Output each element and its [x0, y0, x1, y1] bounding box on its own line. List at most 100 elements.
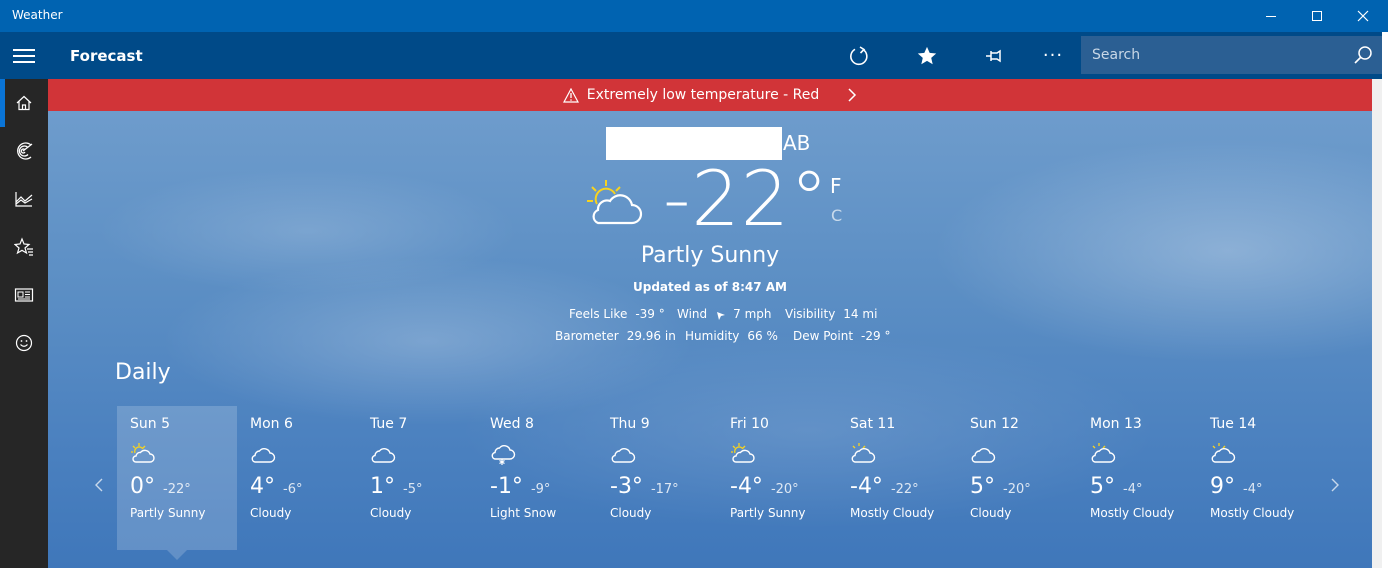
- app-title: Weather: [12, 8, 63, 22]
- day-low-temp: -4°: [1243, 482, 1263, 497]
- day-low-temp: -22°: [163, 482, 191, 497]
- favorites-list-icon: [14, 237, 33, 256]
- day-condition: Cloudy: [250, 506, 292, 520]
- day-name: Sun 5: [130, 416, 170, 432]
- day-name: Thu 9: [610, 416, 650, 432]
- day-condition: Light Snow: [490, 506, 557, 520]
- day-low-temp: -20°: [1003, 482, 1031, 497]
- day-card[interactable]: Sat 11 -4° -22° Mostly Cloudy: [837, 406, 957, 550]
- hamburger-line: [13, 48, 35, 51]
- refresh-icon: [850, 45, 868, 65]
- day-card[interactable]: Sun 5 0° -22° Partly Sunny: [117, 406, 237, 560]
- day-name: Mon 13: [1090, 416, 1142, 432]
- day-condition: Partly Sunny: [730, 506, 806, 520]
- day-low-temp: -22°: [890, 482, 919, 497]
- day-high-temp: -4°: [850, 474, 883, 499]
- daily-prev-button[interactable]: [89, 473, 109, 497]
- day-name: Wed 8: [490, 416, 534, 432]
- wind-label: Wind: [677, 307, 708, 321]
- day-low-temp: -17°: [650, 482, 679, 497]
- day-name: Sat 11: [850, 416, 896, 432]
- nav-maps[interactable]: [0, 127, 48, 175]
- vertical-scrollbar[interactable]: [1372, 79, 1382, 568]
- day-high-temp: -4°: [730, 474, 763, 499]
- day-condition: Mostly Cloudy: [1210, 506, 1295, 520]
- nav-historical[interactable]: [0, 175, 48, 223]
- visibility: Visibility 14 mi: [785, 307, 877, 321]
- partly-sunny-icon: [587, 180, 643, 225]
- visibility-value: 14 mi: [843, 307, 878, 321]
- day-card[interactable]: Mon 6 4° -6° Cloudy: [237, 406, 357, 550]
- chevron-right-icon: [847, 87, 857, 103]
- refresh-button[interactable]: [835, 32, 883, 79]
- news-icon: [14, 288, 34, 302]
- hamburger-line: [13, 54, 35, 57]
- partly-sunny-icon: [130, 442, 156, 470]
- visibility-label: Visibility: [785, 307, 836, 321]
- day-card[interactable]: Wed 8 -1° -9° Light Snow: [477, 406, 597, 550]
- weather-main: AB -22° F C Partly Sunny Updated as of 8…: [48, 111, 1372, 568]
- window-edge: [1382, 32, 1388, 568]
- mostly-cloudy-icon: [850, 442, 876, 470]
- warning-icon: [562, 87, 579, 103]
- day-low-temp: -9°: [530, 482, 551, 497]
- dew-point: Dew Point -29 °: [793, 329, 890, 343]
- smiley-icon: [15, 334, 33, 352]
- day-low-temp: -6°: [283, 482, 303, 497]
- dew-point-label: Dew Point: [793, 329, 854, 343]
- search-button[interactable]: [1350, 42, 1376, 68]
- day-card[interactable]: Thu 9 -3° -17° Cloudy: [597, 406, 717, 550]
- cloudy-icon: [970, 442, 996, 470]
- maximize-button[interactable]: [1294, 0, 1340, 32]
- close-icon: [1357, 10, 1369, 22]
- day-high-temp: 1°: [370, 474, 395, 499]
- wind-direction-icon: [717, 311, 726, 320]
- barometer-label: Barometer: [555, 329, 619, 343]
- day-low-temp: -20°: [770, 482, 799, 497]
- day-condition: Mostly Cloudy: [850, 506, 935, 520]
- chevron-left-icon: [95, 478, 103, 492]
- daily-next-button[interactable]: [1325, 473, 1345, 497]
- nav-places[interactable]: [0, 223, 48, 271]
- day-name: Sun 12: [970, 416, 1019, 432]
- unit-fahrenheit-toggle[interactable]: F: [830, 174, 842, 198]
- day-name: Fri 10: [730, 416, 769, 432]
- day-card[interactable]: Fri 10 -4° -20° Partly Sunny: [717, 406, 837, 550]
- minimize-icon: [1266, 15, 1276, 17]
- day-condition: Mostly Cloudy: [1090, 506, 1175, 520]
- day-high-temp: 4°: [250, 474, 275, 499]
- search-input[interactable]: [1081, 47, 1341, 63]
- search-box[interactable]: [1081, 36, 1382, 74]
- day-low-temp: -4°: [1123, 482, 1143, 497]
- humidity-label: Humidity: [685, 329, 740, 343]
- day-card[interactable]: Tue 7 1° -5° Cloudy: [357, 406, 477, 550]
- weather-alert-banner[interactable]: Extremely low temperature - Red: [48, 79, 1372, 111]
- day-card[interactable]: Sun 12 5° -20° Cloudy: [957, 406, 1077, 550]
- barometer-value: 29.96 in: [626, 329, 676, 343]
- day-card[interactable]: Tue 14 9° -4° Mostly Cloudy: [1197, 406, 1317, 550]
- current-condition: Partly Sunny: [640, 243, 780, 268]
- day-name: Mon 6: [250, 416, 293, 432]
- day-condition: Cloudy: [610, 506, 652, 520]
- day-high-temp: -1°: [490, 474, 523, 499]
- nav-home[interactable]: [0, 79, 48, 127]
- chevron-right-icon: [1331, 478, 1339, 492]
- close-button[interactable]: [1340, 0, 1386, 32]
- radar-icon: [17, 142, 33, 160]
- favorite-button[interactable]: [903, 32, 951, 79]
- cloudy-icon: [250, 442, 276, 470]
- day-condition: Partly Sunny: [130, 506, 206, 520]
- cloudy-icon: [610, 442, 636, 470]
- minimize-button[interactable]: [1248, 0, 1294, 32]
- nav-feedback[interactable]: [0, 319, 48, 367]
- nav-news[interactable]: [0, 271, 48, 319]
- unit-celsius-toggle[interactable]: C: [831, 206, 842, 225]
- pin-button[interactable]: [971, 32, 1019, 79]
- updated-time: Updated as of 8:47 AM: [633, 280, 787, 294]
- wind: Wind 7 mph: [677, 307, 772, 321]
- day-card[interactable]: Mon 13 5° -4° Mostly Cloudy: [1077, 406, 1197, 550]
- hamburger-menu-button[interactable]: [0, 32, 48, 79]
- humidity: Humidity 66 %: [685, 329, 778, 343]
- more-options-button[interactable]: ···: [1029, 32, 1077, 79]
- feels-like: Feels Like -39 °: [569, 307, 665, 321]
